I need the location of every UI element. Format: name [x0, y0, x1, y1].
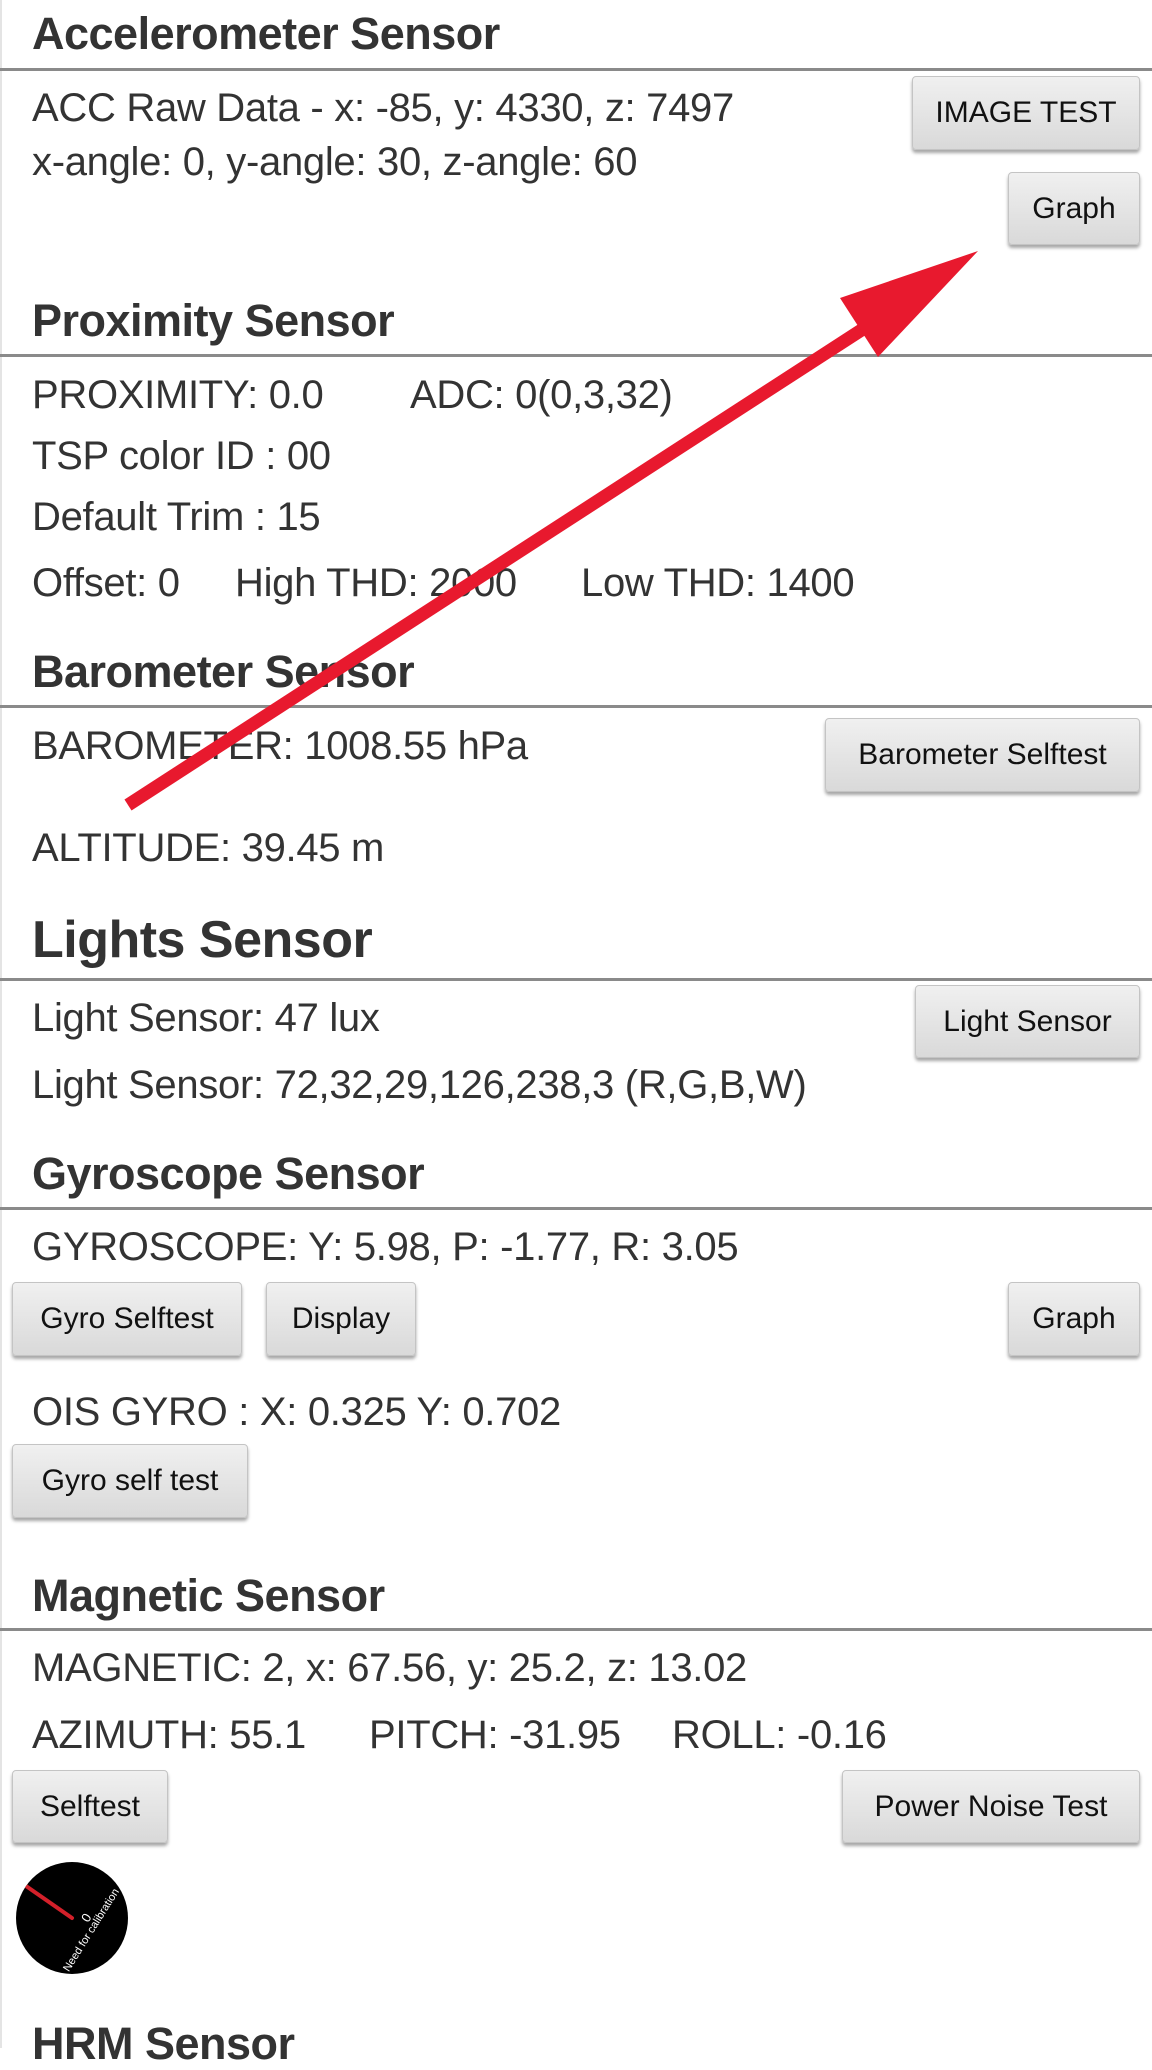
- proximity-heading: Proximity Sensor: [32, 295, 395, 346]
- accelerometer-divider: [0, 68, 1152, 71]
- lights-divider: [0, 978, 1152, 981]
- light-sensor-button[interactable]: Light Sensor: [915, 985, 1140, 1058]
- accelerometer-heading: Accelerometer Sensor: [32, 8, 500, 59]
- left-edge: [0, 0, 2, 2048]
- ois-gyro-selftest-button[interactable]: Gyro self test: [12, 1444, 248, 1518]
- barometer-divider: [0, 705, 1152, 708]
- magnetic-selftest-button[interactable]: Selftest: [12, 1770, 168, 1843]
- light-rgbw: Light Sensor: 72,32,29,126,238,3 (R,G,B,…: [32, 1063, 807, 1107]
- proximity-offset: Offset: 0: [32, 561, 180, 605]
- compass-needle: [24, 1884, 74, 1920]
- barometer-selftest-button[interactable]: Barometer Selftest: [825, 718, 1140, 792]
- gyro-display-button[interactable]: Display: [266, 1282, 416, 1356]
- hrm-heading: HRM Sensor: [32, 2018, 295, 2069]
- proximity-low-thd: Low THD: 1400: [581, 561, 855, 605]
- arrow-head-icon: [840, 251, 978, 357]
- image-test-button[interactable]: IMAGE TEST: [912, 76, 1140, 150]
- compass-icon: Need for calibration 0: [24, 1884, 122, 1974]
- gyroscope-heading: Gyroscope Sensor: [32, 1148, 425, 1199]
- power-noise-test-button[interactable]: Power Noise Test: [842, 1770, 1140, 1843]
- acc-angles: x-angle: 0, y-angle: 30, z-angle: 60: [32, 140, 638, 184]
- default-trim: Default Trim : 15: [32, 495, 321, 539]
- gyro-graph-button[interactable]: Graph: [1008, 1282, 1140, 1356]
- magnetic-values: MAGNETIC: 2, x: 67.56, y: 25.2, z: 13.02: [32, 1646, 747, 1690]
- lights-heading: Lights Sensor: [32, 911, 373, 969]
- proximity-adc: ADC: 0(0,3,32): [410, 373, 673, 417]
- acc-raw-data: ACC Raw Data - x: -85, y: 4330, z: 7497: [32, 86, 734, 130]
- magnetic-pitch: PITCH: -31.95: [369, 1713, 621, 1757]
- magnetic-roll: ROLL: -0.16: [672, 1713, 887, 1757]
- barometer-heading: Barometer Sensor: [32, 646, 415, 697]
- calibration-dial: Need for calibration 0: [16, 1862, 128, 1974]
- light-lux: Light Sensor: 47 lux: [32, 996, 380, 1040]
- calibration-message: Need for calibration: [61, 1887, 122, 1974]
- proximity-high-thd: High THD: 2000: [235, 561, 517, 605]
- altitude-value: ALTITUDE: 39.45 m: [32, 826, 385, 870]
- gyroscope-values: GYROSCOPE: Y: 5.98, P: -1.77, R: 3.05: [32, 1225, 739, 1269]
- magnetic-heading: Magnetic Sensor: [32, 1570, 385, 1621]
- magnetic-divider: [0, 1628, 1152, 1631]
- tsp-color-id: TSP color ID : 00: [32, 434, 331, 478]
- barometer-value: BAROMETER: 1008.55 hPa: [32, 724, 528, 768]
- proximity-divider: [0, 354, 1152, 357]
- gyro-selftest-button[interactable]: Gyro Selftest: [12, 1282, 242, 1356]
- gyroscope-divider: [0, 1207, 1152, 1210]
- ois-gyro-values: OIS GYRO : X: 0.325 Y: 0.702: [32, 1390, 561, 1434]
- proximity-value: PROXIMITY: 0.0: [32, 373, 324, 417]
- accelerometer-graph-button[interactable]: Graph: [1008, 172, 1140, 245]
- magnetic-azimuth: AZIMUTH: 55.1: [32, 1713, 306, 1757]
